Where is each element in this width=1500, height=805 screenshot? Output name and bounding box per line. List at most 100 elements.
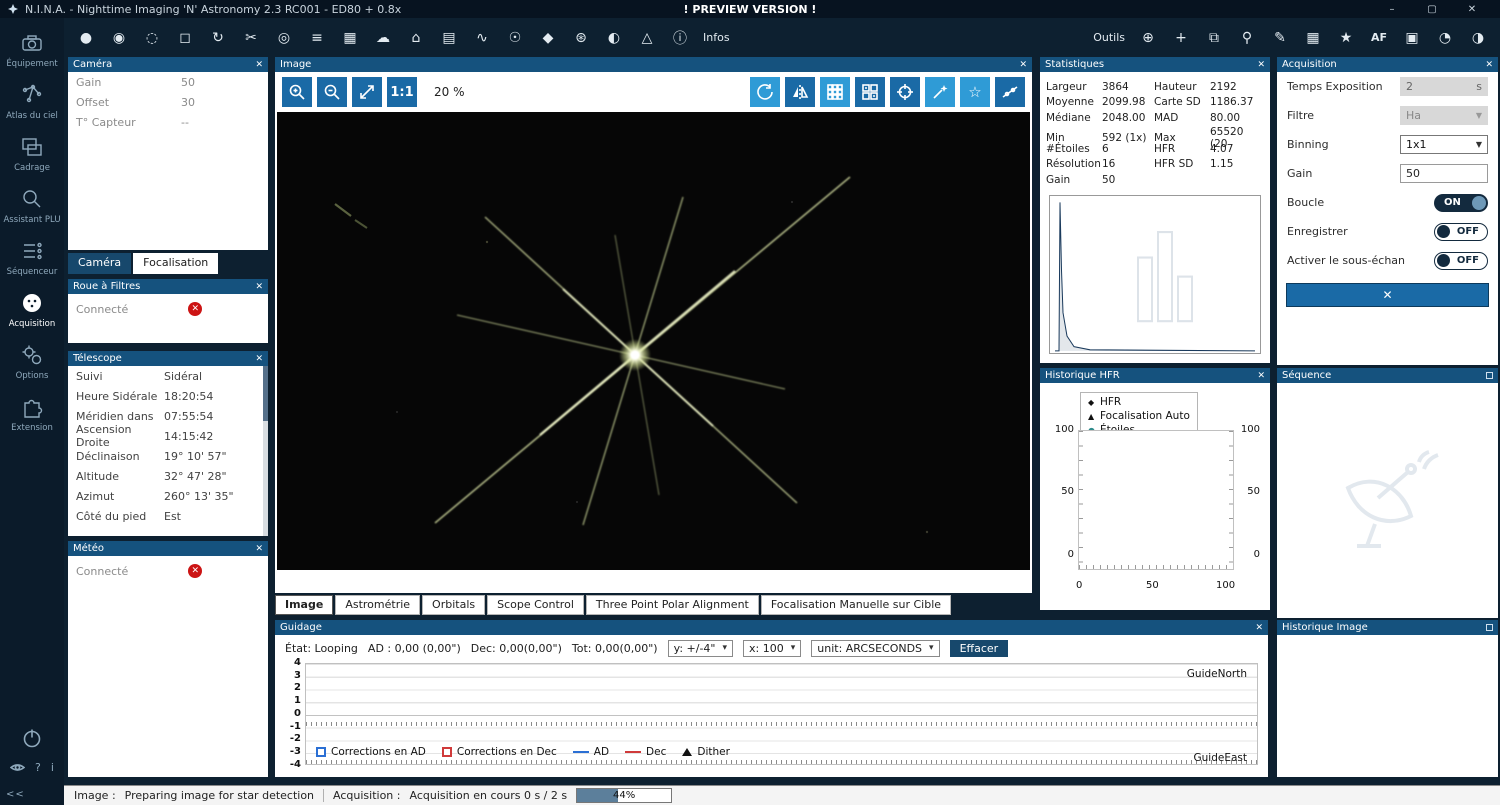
sidebar-item-equipement[interactable]: Équipement (0, 30, 64, 69)
theme-icon[interactable]: ◑ (1468, 30, 1488, 46)
gain-input[interactable]: 50 (1400, 164, 1488, 183)
save-toggle[interactable]: OFF (1434, 222, 1488, 241)
close-icon[interactable]: ✕ (255, 544, 263, 554)
hfr-y-tick: 50 (1061, 486, 1074, 497)
minimize-button[interactable]: – (1372, 4, 1412, 15)
hfr-x-tick: 50 (1146, 580, 1159, 591)
guider-icon[interactable]: ✂ (241, 30, 261, 46)
flat-panel-icon[interactable]: ▤ (439, 30, 459, 46)
collapse-sidebar-button[interactable]: << (0, 786, 64, 805)
search-icon[interactable]: ⚲ (1237, 30, 1257, 46)
shield-icon[interactable]: ◆ (538, 30, 558, 46)
tab-scope-control[interactable]: Scope Control (487, 595, 584, 615)
pixel-profile-button[interactable] (995, 77, 1025, 107)
about-icon[interactable]: i (51, 761, 54, 774)
clear-guide-graph-button[interactable]: Effacer (949, 639, 1009, 657)
sidebar-item-options[interactable]: Options (0, 342, 64, 381)
zoom-in-button[interactable] (282, 77, 312, 107)
close-button[interactable]: ✕ (1452, 4, 1492, 15)
sidebar-item-acquisition[interactable]: Acquisition (0, 290, 64, 329)
brush-icon[interactable]: ✎ (1270, 30, 1290, 46)
flower-icon[interactable]: ⊛ (571, 30, 591, 46)
layers-icon[interactable]: ⧉ (1204, 30, 1224, 46)
tab-orbitals[interactable]: Orbitals (422, 595, 486, 615)
image-history-panel: Historique Image (1277, 620, 1498, 777)
rotator-icon[interactable]: ◻ (175, 30, 195, 46)
move-icon[interactable]: + (1171, 30, 1191, 46)
checkbox-icon[interactable] (316, 747, 326, 757)
sidebar-item-sequenceur[interactable]: Séquenceur (0, 238, 64, 277)
unit-dropdown[interactable]: unit: ARCSECONDS (811, 639, 940, 657)
frame-icon[interactable]: ▣ (1402, 30, 1422, 46)
close-icon[interactable]: ✕ (255, 60, 263, 70)
bahtinov-button[interactable] (855, 77, 885, 107)
x-scale-dropdown[interactable]: x: 100 (743, 639, 802, 657)
star-icon[interactable]: ★ (1336, 30, 1356, 46)
cloud-icon[interactable]: ☁ (373, 30, 393, 46)
exposure-input[interactable]: 2s (1400, 77, 1488, 96)
star-annotation-button[interactable]: ☆ (960, 77, 990, 107)
flip-horizontal-button[interactable] (785, 77, 815, 107)
subsample-toggle[interactable]: OFF (1434, 251, 1488, 270)
signal-icon[interactable]: ∿ (472, 30, 492, 46)
close-icon[interactable]: ✕ (1485, 60, 1493, 70)
tab-three-point-polar[interactable]: Three Point Polar Alignment (585, 595, 759, 615)
tab-camera[interactable]: Caméra (68, 253, 132, 274)
close-icon[interactable]: ✕ (1257, 60, 1265, 70)
popout-icon[interactable] (1486, 372, 1493, 379)
eye-icon[interactable] (10, 761, 26, 774)
auto-stretch-button[interactable] (750, 77, 780, 107)
popout-icon[interactable] (1486, 624, 1493, 631)
tab-focalisation[interactable]: Focalisation (133, 253, 219, 274)
grid-panel-icon[interactable]: ▦ (340, 30, 360, 46)
tab-focalisation-manuelle[interactable]: Focalisation Manuelle sur Cible (760, 595, 952, 615)
moon-icon[interactable]: ◐ (604, 30, 624, 46)
dome-icon[interactable]: ⌂ (406, 30, 426, 46)
y-scale-dropdown[interactable]: y: +/-4" (667, 639, 734, 657)
camera-icon[interactable]: ● (76, 30, 96, 46)
captured-image[interactable] (277, 112, 1030, 570)
history-icon[interactable]: ◔ (1435, 30, 1455, 46)
close-icon[interactable]: ✕ (1019, 60, 1027, 70)
filter-wheel-icon[interactable]: ◉ (109, 30, 129, 46)
tab-astrometrie[interactable]: Astrométrie (335, 595, 421, 615)
zoom-one-to-one-button[interactable]: 1:1 (387, 77, 417, 107)
power-icon[interactable] (21, 727, 43, 749)
sidebar-item-extension[interactable]: Extension (0, 394, 64, 433)
star-detection-button[interactable] (925, 77, 955, 107)
tab-image[interactable]: Image (275, 595, 334, 615)
close-icon[interactable]: ✕ (255, 354, 263, 364)
autofocus-icon[interactable]: AF (1369, 31, 1389, 44)
checkbox-icon[interactable] (441, 747, 452, 757)
fit-to-screen-button[interactable] (352, 77, 382, 107)
close-icon[interactable]: ✕ (1255, 623, 1263, 633)
plugin-icon[interactable]: ⊕ (1138, 30, 1158, 46)
crosshair-button[interactable] (890, 77, 920, 107)
scrollbar[interactable] (263, 366, 268, 536)
table-icon[interactable]: ▦ (1303, 30, 1323, 46)
info-icon[interactable]: ⓘ (670, 28, 690, 48)
help-icon[interactable]: ? (35, 761, 41, 774)
legend-corrections-ad[interactable]: Corrections en AD (316, 746, 426, 758)
infos-label[interactable]: Infos (703, 31, 730, 44)
stop-capture-button[interactable]: ✕ (1286, 283, 1489, 307)
outils-label[interactable]: Outils (1093, 31, 1125, 44)
legend-corrections-dec[interactable]: Corrections en Dec (441, 746, 557, 758)
rotate-icon[interactable]: ↻ (208, 30, 228, 46)
sidebar-item-cadrage[interactable]: Cadrage (0, 134, 64, 173)
filter-select[interactable]: Ha (1400, 106, 1488, 125)
loop-toggle[interactable]: ON (1434, 193, 1488, 212)
grid-overlay-button[interactable] (820, 77, 850, 107)
close-icon[interactable]: ✕ (1257, 371, 1265, 381)
maximize-button[interactable]: ▢ (1412, 4, 1452, 15)
zoom-out-button[interactable] (317, 77, 347, 107)
close-icon[interactable]: ✕ (255, 282, 263, 292)
horizon-icon[interactable]: △ (637, 30, 657, 46)
binning-select[interactable]: 1x1 (1400, 135, 1488, 154)
switch-icon[interactable]: ≡ (307, 30, 327, 46)
telescope-icon[interactable]: ◎ (274, 30, 294, 46)
sidebar-item-assistant-plu[interactable]: Assistant PLU (0, 186, 64, 225)
sidebar-item-atlas[interactable]: Atlas du ciel (0, 82, 64, 121)
focuser-icon[interactable]: ◌ (142, 30, 162, 46)
bulb-icon[interactable]: ☉ (505, 30, 525, 46)
